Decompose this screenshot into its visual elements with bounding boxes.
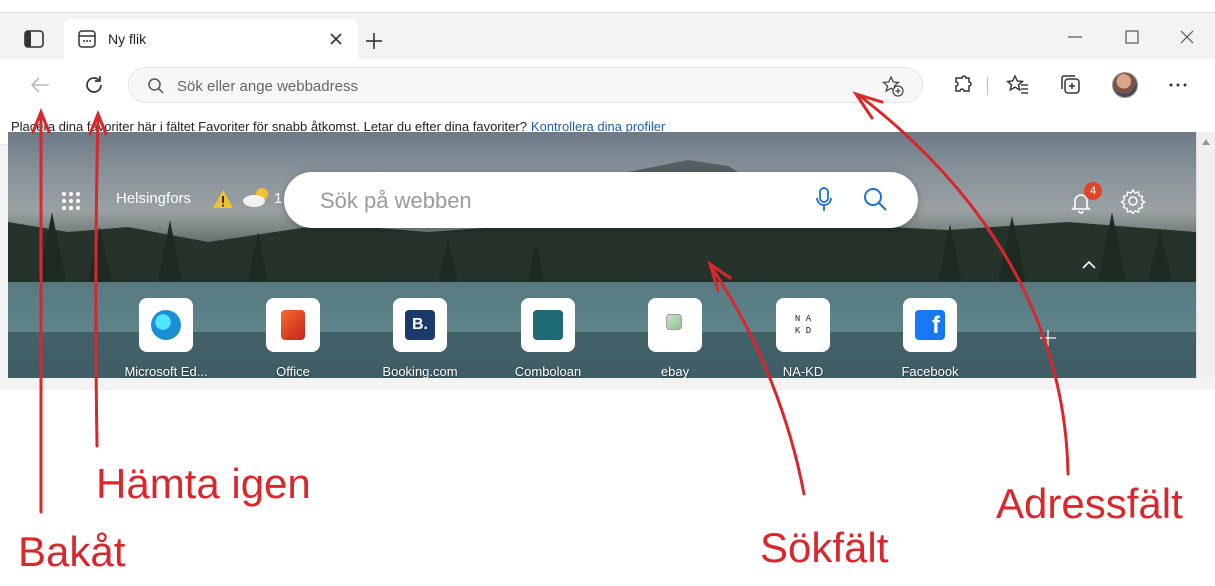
more-options-icon[interactable] xyxy=(1166,73,1190,97)
tab-actions-icon[interactable] xyxy=(22,29,46,49)
collections-icon[interactable] xyxy=(1059,73,1083,97)
annotation-search-field: Sökfält xyxy=(760,524,889,571)
close-tab-icon[interactable] xyxy=(326,29,346,49)
comboloan-icon xyxy=(521,298,575,352)
annotation-reload: Hämta igen xyxy=(96,460,311,507)
annotation-back: Bakåt xyxy=(18,528,126,575)
cloud-sun-icon xyxy=(243,188,268,207)
nakd-icon: N AK D xyxy=(776,298,830,352)
tab-new-tab[interactable]: Ny flik xyxy=(64,19,358,59)
quick-link-label: ebay xyxy=(660,364,690,378)
weather-location[interactable]: Helsingfors xyxy=(116,190,191,207)
profile-avatar[interactable] xyxy=(1112,72,1138,98)
maximize-icon[interactable] xyxy=(1117,25,1147,49)
favorites-icon[interactable] xyxy=(1006,73,1030,97)
address-input[interactable] xyxy=(177,74,857,98)
quick-link-label: Microsoft Ed... xyxy=(124,364,208,378)
collapse-chevron-icon[interactable] xyxy=(1080,258,1098,270)
toolbar-divider xyxy=(987,77,988,95)
app-launcher-icon[interactable] xyxy=(60,190,82,212)
extensions-icon[interactable] xyxy=(951,73,975,97)
broken-image-icon xyxy=(648,298,702,352)
tab-strip: Ny flik xyxy=(0,13,1215,59)
screenshot-stage: Ny flik Placera dina favoriter xyxy=(0,0,1215,586)
quick-link-label: Office xyxy=(276,364,310,378)
edge-icon xyxy=(139,298,193,352)
annotation-address-field: Adressfält xyxy=(996,480,1183,527)
new-tab-plus-icon[interactable] xyxy=(362,29,386,53)
scrollbar[interactable] xyxy=(1196,132,1215,378)
quick-link-tile[interactable]: f Facebook xyxy=(866,298,994,378)
booking-icon: B. xyxy=(393,298,447,352)
quick-link-label: Booking.com xyxy=(382,364,458,378)
cursor-crosshair-icon xyxy=(1040,330,1056,346)
office-icon xyxy=(266,298,320,352)
back-arrow-icon[interactable] xyxy=(28,73,52,97)
quick-link-tile[interactable]: Comboloan xyxy=(484,298,612,378)
notification-badge: 4 xyxy=(1084,182,1102,200)
quick-links: Microsoft Ed... Office B. Booking.com Co… xyxy=(102,298,1002,378)
quick-link-tile[interactable]: N AK D NA-KD xyxy=(739,298,867,378)
navigation-toolbar xyxy=(0,59,1215,111)
search-icon xyxy=(148,78,164,94)
add-favorite-icon[interactable] xyxy=(882,75,904,97)
warning-icon[interactable] xyxy=(212,188,234,210)
web-search-placeholder: Sök på webben xyxy=(320,188,472,213)
scroll-up-icon[interactable] xyxy=(1201,138,1211,146)
facebook-icon: f xyxy=(903,298,957,352)
close-window-icon[interactable] xyxy=(1172,25,1202,49)
quick-link-tile[interactable]: B. Booking.com xyxy=(356,298,484,378)
quick-link-label: Facebook xyxy=(901,364,959,378)
quick-link-tile[interactable]: Microsoft Ed... xyxy=(102,298,230,378)
new-tab-page: Helsingfors 1 Sök på webben 4 Microsoft … xyxy=(8,132,1196,378)
settings-gear-icon[interactable] xyxy=(1120,188,1146,214)
reload-icon[interactable] xyxy=(82,73,106,97)
microphone-icon[interactable] xyxy=(814,186,834,214)
web-search-icon[interactable] xyxy=(862,186,888,212)
quick-link-label: NA-KD xyxy=(782,364,824,378)
quick-link-tile[interactable]: ebay xyxy=(611,298,739,378)
address-bar[interactable] xyxy=(128,67,923,103)
quick-link-label: Comboloan xyxy=(514,364,582,378)
web-search-box[interactable]: Sök på webben xyxy=(284,172,918,228)
weather-temperature: 1 xyxy=(274,190,283,207)
tab-title: Ny flik xyxy=(108,31,147,47)
new-tab-page-icon xyxy=(78,30,96,48)
quick-link-tile[interactable]: Office xyxy=(229,298,357,378)
minimize-icon[interactable] xyxy=(1060,25,1090,49)
